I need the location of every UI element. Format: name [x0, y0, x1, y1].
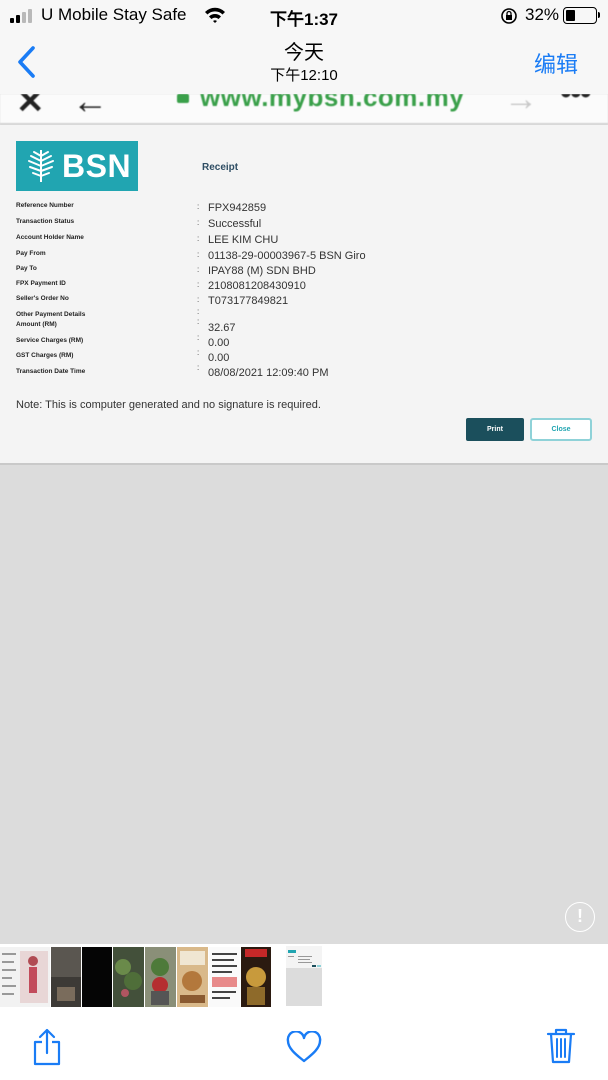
top-bar: U Mobile Stay Safe 下午1:37 32% 今天 下午12:10…	[0, 0, 608, 94]
field-colon: :	[197, 218, 200, 227]
close-button: Close	[530, 418, 592, 441]
field-colon: :	[197, 307, 200, 316]
field-colon: :	[197, 250, 200, 259]
browser-bar: ✕ ← www.mybsn.com.my → •••	[0, 94, 608, 124]
receipt-note: Note: This is computer generated and no …	[16, 399, 321, 411]
nav-title: 今天	[284, 42, 324, 64]
status-bar: U Mobile Stay Safe 下午1:37 32%	[0, 0, 608, 32]
field-colon: :	[197, 234, 200, 243]
field-value: Successful	[208, 218, 262, 230]
thumbnail[interactable]	[82, 947, 112, 1007]
field-value: FPX942859	[208, 202, 267, 214]
battery-percent: 32%	[525, 5, 560, 24]
field-colon: :	[197, 348, 200, 357]
field-value: IPAY88 (M) SDN BHD	[208, 265, 316, 277]
field-colon: :	[197, 317, 200, 326]
field-label: Pay From	[16, 250, 46, 257]
field-label: FPX Payment ID	[16, 280, 66, 287]
orientation-lock-icon	[501, 8, 517, 24]
share-icon[interactable]	[32, 1028, 62, 1066]
field-label: Transaction Status	[16, 218, 75, 225]
field-colon: :	[197, 333, 200, 342]
field-value: 08/08/2021 12:09:40 PM	[208, 367, 329, 379]
thumbnail[interactable]	[177, 947, 208, 1007]
thumbnail[interactable]	[0, 947, 50, 1007]
field-label: Transaction Date Time	[16, 368, 86, 375]
field-colon: :	[197, 280, 200, 289]
field-value: 32.67	[208, 322, 236, 334]
thumbnail[interactable]	[209, 947, 240, 1007]
field-value: 01138-29-00003967-5 BSN Giro	[208, 250, 366, 262]
field-value: LEE KIM CHU	[208, 234, 279, 246]
thumbnail[interactable]	[145, 947, 176, 1007]
field-label: Seller's Order No	[16, 295, 69, 302]
thumbnail-strip[interactable]	[0, 944, 608, 1008]
close-icon: ✕	[16, 94, 45, 121]
field-colon: :	[197, 265, 200, 274]
trash-icon[interactable]	[546, 1028, 576, 1064]
print-button: Print	[466, 418, 524, 441]
field-label: Service Charges (RM)	[16, 337, 84, 344]
field-colon: :	[197, 363, 200, 372]
receipt-card: BSN Receipt Reference Number : FPX942859…	[0, 125, 608, 465]
nav-subtitle: 下午12:10	[270, 67, 338, 84]
heart-icon[interactable]	[286, 1031, 322, 1063]
field-value: 2108081208430910	[208, 280, 306, 292]
field-label: Pay To	[16, 265, 37, 272]
photo-view[interactable]: ✕ ← www.mybsn.com.my → ••• BSN Receipt R…	[0, 94, 608, 944]
info-button[interactable]: !	[565, 902, 595, 932]
field-colon: :	[197, 295, 200, 304]
bottom-toolbar	[0, 1008, 608, 1080]
thumbnail-selected[interactable]	[286, 946, 322, 1006]
arrow-left-icon: ←	[72, 94, 108, 121]
field-label: Reference Number	[16, 202, 74, 209]
bsn-logo: BSN	[16, 141, 138, 191]
battery-icon	[563, 7, 600, 24]
thumbnail[interactable]	[113, 947, 144, 1007]
lock-icon	[177, 94, 189, 103]
field-colon: :	[197, 202, 200, 211]
field-value: T073177849821	[208, 295, 289, 307]
thumbnail[interactable]	[51, 947, 81, 1007]
thumbnail[interactable]	[241, 947, 271, 1007]
field-label: GST Charges (RM)	[16, 352, 74, 359]
arrow-right-icon: →	[504, 94, 538, 118]
field-label: Account Holder Name	[16, 234, 84, 241]
receipt-title: Receipt	[202, 162, 239, 173]
tree-icon	[28, 150, 54, 182]
field-value: 0.00	[208, 337, 230, 349]
more-icon: •••	[560, 94, 592, 113]
field-label: Amount (RM)	[16, 321, 57, 328]
edit-button[interactable]: 编辑	[534, 47, 578, 79]
field-label: Other Payment Details	[16, 311, 86, 318]
logo-text: BSN	[62, 147, 132, 184]
field-value: 0.00	[208, 352, 230, 364]
browser-url: www.mybsn.com.my	[200, 94, 465, 112]
